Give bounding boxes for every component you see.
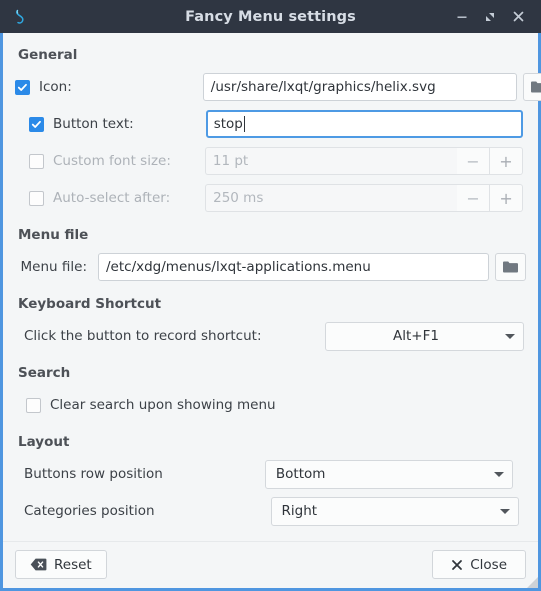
categories-position-value: Right [281,503,318,519]
buttons-row-position-dropdown[interactable]: Bottom [264,459,513,489]
reset-button[interactable]: Reset [15,550,107,579]
backspace-icon [30,558,47,571]
buttons-row-position-value: Bottom [275,466,326,482]
categories-position-dropdown[interactable]: Right [270,496,519,526]
button-text-checkbox[interactable] [29,116,44,132]
row-button-text: Button text: stop [15,109,526,139]
close-icon[interactable] [505,4,531,30]
window-controls [449,0,541,33]
menu-file-value: /etc/xdg/menus/lxqt-applications.menu [106,259,371,275]
close-button[interactable]: Close [432,550,526,579]
settings-window: Fancy Menu settings General Icon: /usr/s… [0,0,541,591]
minimize-icon[interactable] [449,4,475,30]
buttons-row-position-label: Buttons row position [24,466,163,482]
menu-file-label: Menu file: [20,259,87,275]
close-button-label: Close [470,556,507,573]
row-buttons-row-position: Buttons row position Bottom [15,459,526,489]
folder-icon [503,261,518,273]
shortcut-value: Alt+F1 [393,328,439,344]
text-cursor [243,116,245,132]
custom-font-size-decrement[interactable]: − [456,147,490,175]
section-heading-layout: Layout [18,434,70,450]
footer-divider [3,541,538,542]
section-heading-menu-file: Menu file [18,227,89,243]
title-bar[interactable]: Fancy Menu settings [0,0,541,33]
auto-select-decrement[interactable]: − [457,184,491,212]
row-clear-search: Clear search upon showing menu [15,390,526,420]
folder-icon [530,81,541,93]
row-auto-select: Auto-select after: 250 ms − + [15,183,526,213]
button-text-value: stop [213,116,243,132]
row-menu-file: Menu file: /etc/xdg/menus/lxqt-applicati… [15,252,526,282]
auto-select-checkbox[interactable] [29,190,44,206]
custom-font-size-increment[interactable]: + [489,147,523,175]
row-icon: Icon: /usr/share/lxqt/graphics/helix.svg [15,72,541,102]
chevron-down-icon [493,471,504,477]
auto-select-label: Auto-select after: [53,190,171,206]
row-keyboard-shortcut: Click the button to record shortcut: Alt… [15,321,526,351]
icon-path-input[interactable]: /usr/share/lxqt/graphics/helix.svg [202,73,517,101]
row-categories-position: Categories position Right [15,496,526,526]
categories-position-label: Categories position [24,503,155,519]
auto-select-increment[interactable]: + [490,184,524,212]
icon-path-value: /usr/share/lxqt/graphics/helix.svg [210,79,436,95]
button-text-input[interactable]: stop [205,110,523,138]
helix-icon [4,0,38,33]
custom-font-size-checkbox[interactable] [29,153,44,169]
custom-font-size-input[interactable]: 11 pt [204,147,457,175]
icon-checkbox[interactable] [15,79,30,95]
button-text-label: Button text: [53,116,134,132]
row-custom-font-size: Custom font size: 11 pt − + [15,146,526,176]
section-heading-keyboard-shortcut: Keyboard Shortcut [18,296,162,312]
auto-select-value: 250 ms [213,190,264,206]
clear-search-label: Clear search upon showing menu [50,397,276,413]
auto-select-spinbox[interactable]: 250 ms − + [205,184,524,212]
settings-content: General Icon: /usr/share/lxqt/graphics/h… [3,33,541,541]
section-heading-general: General [18,47,78,63]
window-resize-grip-icon[interactable] [527,577,538,588]
dialog-button-bar: Reset Close [3,541,538,588]
close-x-icon [452,559,463,570]
icon-label: Icon: [39,79,72,95]
section-heading-search: Search [18,365,71,381]
keyboard-shortcut-label: Click the button to record shortcut: [24,328,262,344]
reset-button-label: Reset [54,556,92,573]
chevron-down-icon [504,333,515,339]
maximize-icon[interactable] [477,4,503,30]
clear-search-checkbox[interactable] [26,397,41,413]
menu-file-input[interactable]: /etc/xdg/menus/lxqt-applications.menu [98,253,489,281]
custom-font-size-label: Custom font size: [53,153,171,169]
chevron-down-icon [499,508,510,514]
menu-file-browse-button[interactable] [495,253,526,281]
shortcut-record-dropdown[interactable]: Alt+F1 [324,321,524,351]
icon-browse-button[interactable] [522,73,541,101]
auto-select-input[interactable]: 250 ms [205,184,458,212]
custom-font-size-spinbox[interactable]: 11 pt − + [204,147,523,175]
custom-font-size-value: 11 pt [212,153,249,169]
